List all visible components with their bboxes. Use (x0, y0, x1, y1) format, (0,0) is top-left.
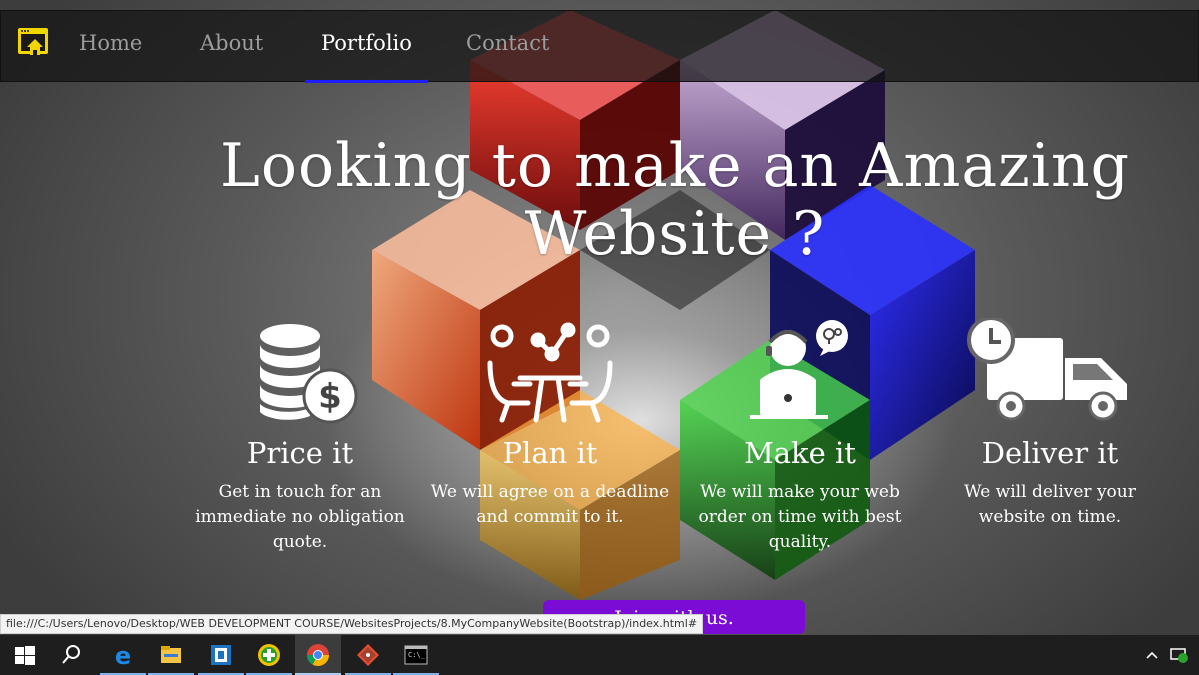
nav-about[interactable]: About (184, 31, 279, 83)
feature-title: Price it (246, 436, 354, 470)
feature-text: We will agree on a deadline and commit t… (430, 482, 670, 527)
chrome-icon[interactable] (295, 635, 341, 675)
hero-title: Looking to make an Amazing Website ? (219, 131, 1130, 269)
developer-laptop-icon (750, 320, 848, 419)
svg-text:C:\_: C:\_ (408, 651, 426, 659)
navbar: Home About Portfolio Contact (0, 10, 1199, 83)
svg-text:$: $ (318, 377, 342, 417)
green-plus-app-icon[interactable] (246, 635, 292, 675)
file-explorer-icon[interactable] (148, 635, 194, 675)
feature-title: Deliver it (981, 436, 1119, 470)
store-app-icon[interactable] (198, 635, 244, 675)
nav-home[interactable]: Home (63, 31, 158, 83)
feature-text: Get in touch for an immediate no obligat… (195, 482, 405, 552)
feature-make: Make it We will make your web order on t… (680, 318, 920, 555)
svg-text:e: e (115, 643, 131, 667)
coins-dollar-icon: $ (260, 324, 358, 424)
feature-deliver: Deliver it We will deliver your website … (930, 318, 1170, 530)
terminal-icon[interactable]: C:\_ (393, 635, 439, 675)
start-icon[interactable] (2, 635, 48, 675)
git-icon[interactable] (345, 635, 391, 675)
feature-title: Make it (744, 436, 856, 470)
feature-text: We will make your web order on time with… (698, 482, 902, 552)
meeting-table-icon (487, 322, 613, 423)
search-icon[interactable] (48, 635, 94, 675)
status-url: file:///C:/Users/Lenovo/Desktop/WEB DEVE… (0, 614, 704, 634)
network-icon[interactable] (1164, 635, 1194, 675)
feature-text: We will deliver your website on time. (964, 482, 1136, 527)
feature-title: Plan it (502, 436, 598, 470)
feature-plan: Plan it We will agree on a deadline and … (430, 318, 670, 530)
taskbar: e C:\_ (0, 635, 1199, 675)
delivery-truck-icon (967, 318, 1127, 421)
chevron-up-icon[interactable] (1140, 635, 1164, 675)
nav-portfolio[interactable]: Portfolio (305, 31, 428, 83)
home-window-icon[interactable] (15, 25, 51, 61)
nav-contact[interactable]: Contact (450, 31, 565, 83)
edge-icon[interactable]: e (100, 635, 146, 675)
feature-price: $ Price it Get in touch for an immediate… (180, 318, 420, 555)
